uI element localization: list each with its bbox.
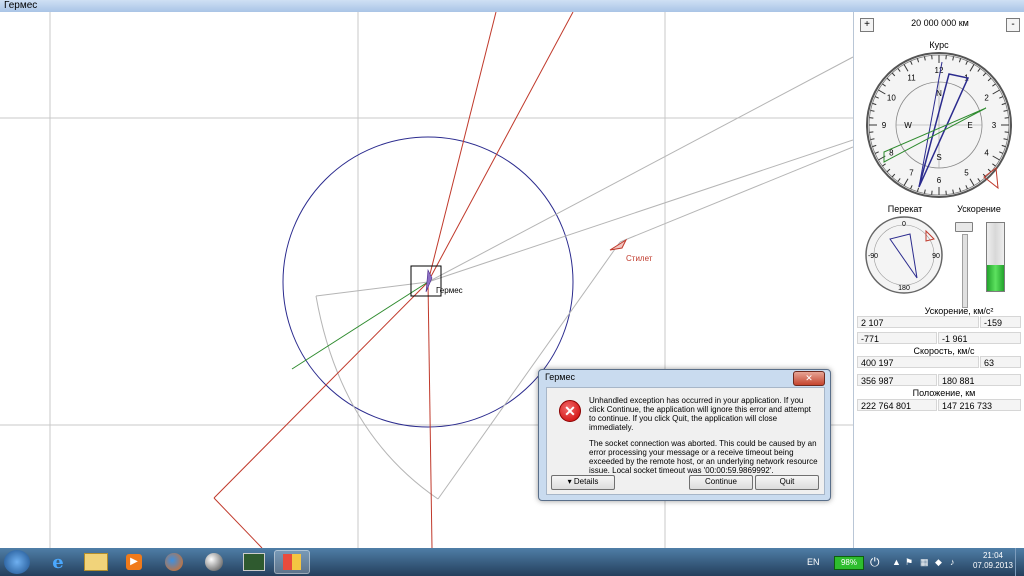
compass-hour-11: 11: [907, 73, 916, 82]
roll-indicator[interactable]: 0 90 180 -90: [864, 215, 944, 295]
error-icon: ✕: [559, 400, 581, 422]
accel-gauge-fill: [987, 265, 1004, 291]
compass-hour-3: 3: [992, 121, 997, 130]
roll-tick-0: 0: [902, 221, 906, 228]
terminal-icon[interactable]: [236, 550, 272, 574]
roll-tick-90: 90: [932, 253, 940, 260]
network-icon[interactable]: ▦: [920, 548, 929, 576]
course-line-3: [427, 281, 433, 548]
quit-button[interactable]: Quit: [755, 475, 819, 490]
firefox-icon[interactable]: [156, 550, 192, 574]
acceleration-x: 2 107: [857, 316, 979, 328]
track-arc: [315, 295, 439, 500]
dialog-message-1: Unhandled exception has occurred in your…: [589, 396, 811, 432]
navigation-panel: + 20 000 000 км - Курс 12 1 2 3 4 5 6 7 8 9 10 11 N…: [853, 12, 1024, 548]
details-button[interactable]: ▾ Details: [551, 475, 615, 490]
track-line-4: [619, 146, 853, 243]
thrust-slider-thumb[interactable]: [955, 222, 973, 232]
velocity-vector: [291, 281, 429, 370]
target-label: Стилет: [626, 254, 653, 263]
roll-title: Перекат: [887, 204, 923, 214]
roll-tick-180: 180: [898, 285, 910, 292]
dialog-message-2: The socket connection was aborted. This …: [589, 439, 818, 475]
speed-x: 400 197: [857, 356, 979, 368]
hermes-taskbar-icon[interactable]: [274, 550, 310, 574]
compass-s: S: [936, 153, 941, 162]
acceleration-title: Ускорение, км/с²: [924, 306, 994, 316]
power-icon[interactable]: ⏻: [870, 548, 880, 576]
acceleration-w: -1 961: [938, 332, 1021, 344]
compass-hour-4: 4: [984, 149, 989, 158]
course-line-1: [427, 12, 497, 283]
speed-y: 356 987: [857, 374, 937, 386]
system-clock[interactable]: 21:04 07.09.2013: [968, 551, 1018, 571]
start-button[interactable]: [4, 550, 30, 574]
exception-dialog: Гермес ✕ ✕ Unhandled exception has occur…: [538, 369, 831, 501]
chevron-down-icon: ▾: [567, 477, 572, 486]
course-lines: [213, 12, 574, 548]
dialog-body: ✕ Unhandled exception has occurred in yo…: [546, 387, 825, 495]
dropbox-icon[interactable]: ◆: [935, 548, 942, 576]
map-scale: 20 000 000 км: [911, 18, 969, 28]
taskbar: e ▶ EN 98% ⏻ ▲ ⚑ ▦ ◆ ♪ 21:04 07.09.2013: [0, 548, 1024, 576]
compass-w: W: [904, 121, 912, 130]
course-compass[interactable]: 121234567891011 N S E W: [864, 50, 1014, 200]
dialog-message: Unhandled exception has occurred in your…: [589, 396, 819, 482]
clock-time: 21:04: [982, 551, 1004, 560]
language-indicator[interactable]: EN: [807, 548, 820, 576]
zoom-in-button[interactable]: +: [860, 18, 874, 32]
accel-title: Ускорение: [957, 204, 1001, 214]
course-line-5: [213, 497, 263, 548]
track-line-1: [315, 56, 853, 297]
compass-hour-7: 7: [909, 169, 914, 178]
course-line-4: [213, 281, 429, 499]
accel-gauge: [986, 222, 1005, 292]
window-title: Гермес: [4, 0, 38, 11]
speed-title: Скорость, км/с: [913, 346, 975, 356]
media-player-icon[interactable]: ▶: [116, 550, 152, 574]
compass-hour-6: 6: [937, 176, 942, 185]
target-marker: [609, 238, 628, 251]
compass-hour-5: 5: [964, 169, 969, 178]
moon-app-icon[interactable]: [196, 550, 232, 574]
acceleration-z: -159: [980, 316, 1021, 328]
show-desktop-button[interactable]: [1015, 548, 1024, 576]
tray-expand-icon[interactable]: ▲: [892, 548, 901, 576]
dialog-close-button[interactable]: ✕: [793, 371, 825, 386]
thrust-slider-track[interactable]: [962, 234, 968, 308]
zoom-out-button[interactable]: -: [1006, 18, 1020, 32]
ie-icon[interactable]: e: [40, 550, 76, 574]
battery-indicator[interactable]: 98%: [834, 556, 864, 570]
ship-label: Гермес: [436, 286, 463, 295]
course-title: Курс: [929, 40, 949, 50]
roll-tick-minus-90: -90: [868, 253, 878, 260]
compass-hour-2: 2: [984, 94, 989, 103]
dialog-title: Гермес: [545, 372, 575, 382]
clock-date: 07.09.2013: [972, 561, 1014, 570]
course-line-2: [427, 12, 574, 283]
compass-hour-9: 9: [882, 121, 887, 130]
explorer-icon[interactable]: [78, 550, 114, 574]
compass-hour-10: 10: [887, 94, 896, 103]
position-x: 222 764 801: [857, 399, 937, 411]
compass-e: E: [967, 121, 972, 130]
flag-icon[interactable]: ⚑: [905, 548, 913, 576]
speed-w: 180 881: [938, 374, 1021, 386]
details-label: Details: [573, 477, 599, 486]
compass-hour-12: 12: [935, 66, 944, 75]
volume-icon[interactable]: ♪: [950, 548, 955, 576]
position-y: 147 216 733: [938, 399, 1021, 411]
position-title: Положение, км: [912, 388, 976, 398]
speed-z: 63: [980, 356, 1021, 368]
continue-button[interactable]: Continue: [689, 475, 753, 490]
acceleration-y: -771: [857, 332, 937, 344]
